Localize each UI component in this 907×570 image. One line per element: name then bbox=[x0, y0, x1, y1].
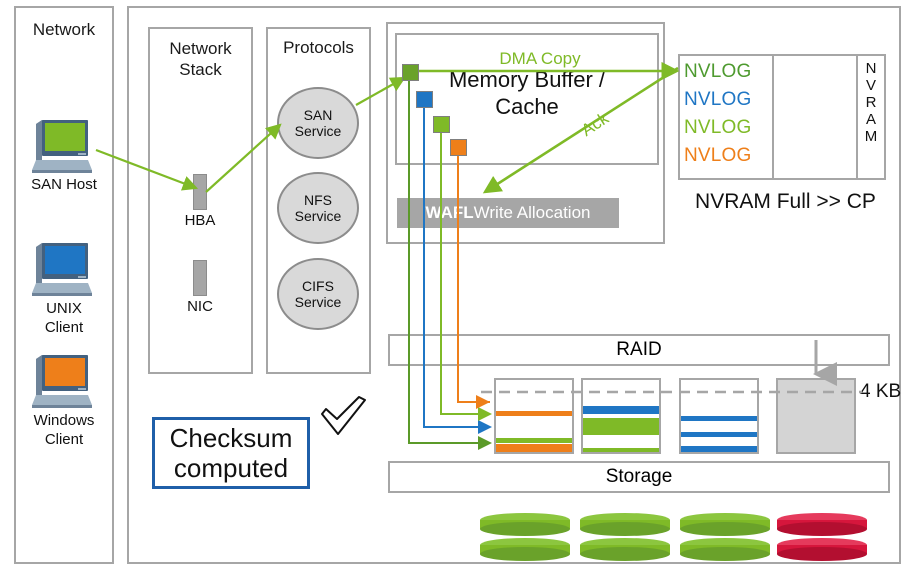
connector-overlay bbox=[95, 61, 862, 450]
buffer-square-blue bbox=[416, 91, 433, 108]
arrow-sanservice-to-buffer bbox=[355, 76, 406, 106]
arrow-hba-to-sanservice bbox=[205, 123, 282, 193]
buffer-square-green bbox=[433, 116, 450, 133]
arrow-sanhost-to-hba bbox=[95, 148, 199, 191]
line-green-to-block1 bbox=[440, 130, 492, 421]
diagram-root: Network SAN Host UNIX Client Windows Cli… bbox=[0, 0, 907, 570]
buffer-square-orange bbox=[450, 139, 467, 156]
line-orange-to-block1 bbox=[457, 152, 490, 409]
buffer-square-green-dark bbox=[402, 64, 419, 81]
